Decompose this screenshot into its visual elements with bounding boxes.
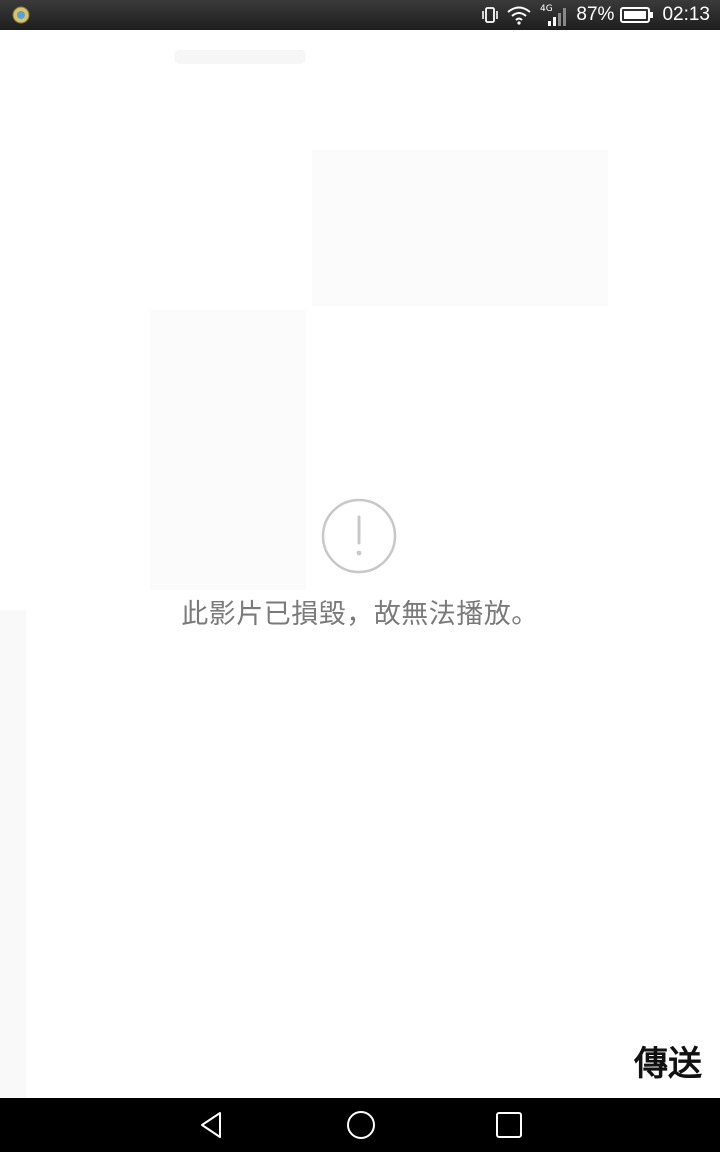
battery-icon bbox=[620, 7, 654, 23]
status-time: 02:13 bbox=[662, 4, 710, 25]
navigation-bar bbox=[0, 1098, 720, 1152]
network-type-label: 4G bbox=[540, 4, 553, 14]
alert-circle-icon bbox=[321, 498, 397, 574]
cell-signal-icon: 4G bbox=[540, 4, 567, 26]
status-icons: 4G 87% 02:13 bbox=[480, 0, 710, 30]
ghost-panel bbox=[0, 610, 26, 1098]
wifi-icon bbox=[507, 6, 532, 25]
ghost-panel bbox=[150, 310, 306, 590]
app-notification-icon bbox=[12, 6, 30, 24]
video-error-message: 此影片已損毀，故無法播放。 bbox=[181, 599, 539, 630]
ghost-panel bbox=[312, 150, 608, 306]
home-circle-icon[interactable] bbox=[343, 1107, 379, 1143]
ghost-panel bbox=[175, 50, 305, 64]
back-triangle-icon[interactable] bbox=[194, 1107, 230, 1143]
vibrate-icon bbox=[482, 7, 499, 23]
battery-percent: 87% bbox=[576, 4, 615, 25]
send-button[interactable]: 傳送 bbox=[634, 1036, 702, 1085]
video-player-area[interactable]: 此影片已損毀，故無法播放。 傳送 bbox=[0, 30, 720, 1098]
status-bar: 4G 87% 02:13 bbox=[0, 0, 720, 30]
recent-square-icon[interactable] bbox=[491, 1107, 527, 1143]
